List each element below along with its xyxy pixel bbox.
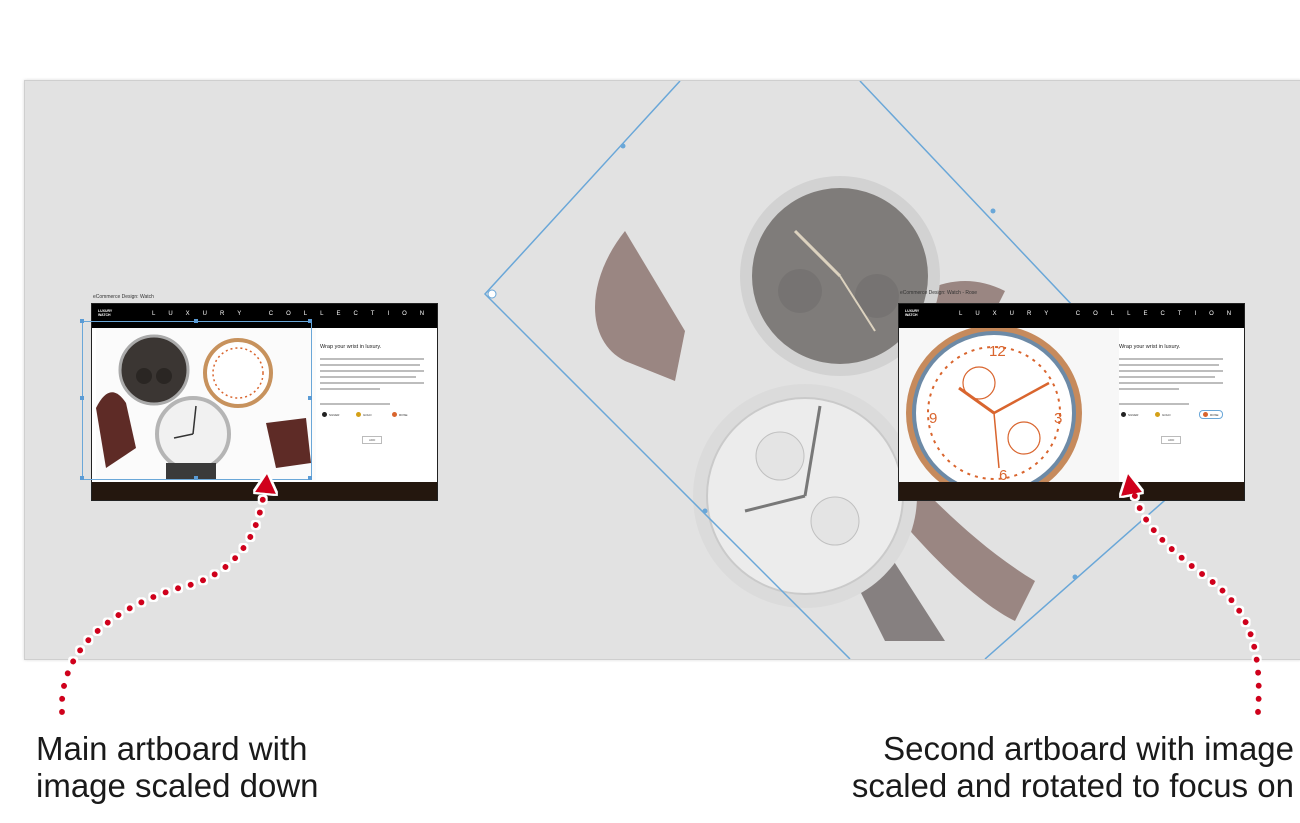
left-callout-arrow xyxy=(58,477,268,715)
right-callout-arrow xyxy=(1129,482,1262,715)
right-caption: Second artboard with image scaled and ro… xyxy=(852,730,1294,804)
left-caption-line: image scaled down xyxy=(36,767,319,804)
left-caption-line: Main artboard with xyxy=(36,730,308,767)
left-caption: Main artboard with image scaled down xyxy=(36,730,319,804)
right-caption-line: scaled and rotated to focus on xyxy=(851,767,1294,804)
right-caption-line: Second artboard with image xyxy=(883,730,1294,767)
callout-arrows xyxy=(58,474,1262,715)
